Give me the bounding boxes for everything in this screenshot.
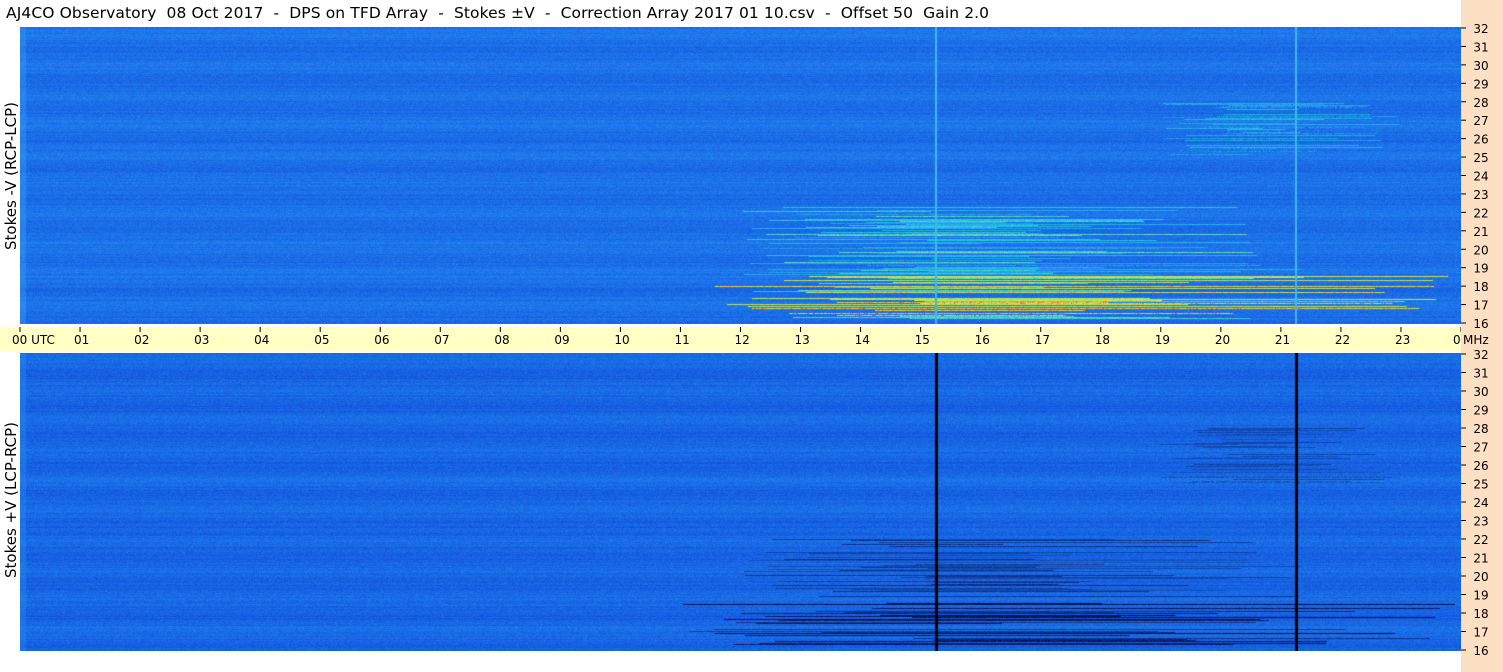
freq-tick-label: 18 bbox=[1473, 607, 1488, 621]
freq-tick-label: 21 bbox=[1473, 552, 1488, 566]
freq-tick-label: 19 bbox=[1473, 262, 1488, 276]
utc-tick-label: 00 bbox=[1453, 333, 1461, 347]
top-spectrogram-panel bbox=[20, 27, 1461, 324]
freq-tick-label: 17 bbox=[1473, 299, 1488, 313]
freq-tick-label: 20 bbox=[1473, 243, 1488, 257]
freq-tick-label: 16 bbox=[1473, 317, 1488, 331]
utc-tick-label: 14 bbox=[855, 333, 870, 347]
top-panel-y-label: Stokes -V (RCP-LCP) bbox=[2, 102, 20, 250]
freq-tick-label: 30 bbox=[1473, 385, 1488, 399]
bottom-panel-y-label: Stokes +V (LCP-RCP) bbox=[2, 422, 20, 578]
freq-tick-label: 28 bbox=[1473, 96, 1488, 110]
utc-tick-label: 18 bbox=[1095, 333, 1110, 347]
utc-tick-label: 17 bbox=[1035, 333, 1050, 347]
freq-tick-label: 23 bbox=[1473, 515, 1488, 529]
bottom-spectrogram-panel bbox=[20, 353, 1461, 651]
utc-tick-label: 16 bbox=[975, 333, 990, 347]
utc-tick-label: 04 bbox=[254, 333, 269, 347]
utc-tick-label: 00 UTC bbox=[12, 333, 55, 347]
utc-tick-label: 20 bbox=[1215, 333, 1230, 347]
freq-tick-label: 26 bbox=[1473, 459, 1488, 473]
utc-tick-label: 01 bbox=[74, 333, 89, 347]
utc-tick-label: 05 bbox=[314, 333, 329, 347]
utc-time-axis: 00 UTC 01 02 03 04 05 06 07 08 09 10 11 12 13 14 15 16 17… bbox=[0, 327, 1461, 351]
freq-tick-label: 31 bbox=[1473, 367, 1488, 381]
utc-tick-label: 21 bbox=[1275, 333, 1290, 347]
top-spectrogram-canvas bbox=[20, 27, 1461, 324]
freq-tick-label: 29 bbox=[1473, 404, 1488, 418]
freq-tick-label: 27 bbox=[1473, 114, 1488, 128]
frequency-unit-label: MHz bbox=[1463, 333, 1489, 347]
utc-tick-label: 03 bbox=[194, 333, 209, 347]
utc-tick-label: 02 bbox=[134, 333, 149, 347]
frequency-axis-strip: 32 31 30 29 28 27 26 25 24 23 22 21 20 19 18 17 16 32 31 30… bbox=[1461, 0, 1503, 672]
utc-tick-label: 19 bbox=[1155, 333, 1170, 347]
chart-title: AJ4CO Observatory 08 Oct 2017 - DPS on T… bbox=[6, 4, 990, 22]
freq-tick-label: 32 bbox=[1473, 22, 1488, 36]
freq-tick-label: 32 bbox=[1473, 348, 1488, 362]
freq-tick-label: 22 bbox=[1473, 533, 1488, 547]
freq-tick-label: 26 bbox=[1473, 133, 1488, 147]
freq-tick-label: 23 bbox=[1473, 188, 1488, 202]
freq-tick-label: 28 bbox=[1473, 422, 1488, 436]
freq-tick-label: 24 bbox=[1473, 170, 1488, 184]
freq-tick-label: 19 bbox=[1473, 589, 1488, 603]
bottom-spectrogram-canvas bbox=[20, 353, 1461, 651]
utc-tick-label: 12 bbox=[735, 333, 750, 347]
freq-tick-label: 21 bbox=[1473, 225, 1488, 239]
utc-tick-label: 06 bbox=[374, 333, 389, 347]
utc-tick-label: 07 bbox=[434, 333, 449, 347]
utc-tick-label: 09 bbox=[554, 333, 569, 347]
freq-tick-label: 18 bbox=[1473, 280, 1488, 294]
frequency-axis-svg: 32 31 30 29 28 27 26 25 24 23 22 21 20 19 18 17 16 32 31 30… bbox=[1461, 22, 1489, 658]
utc-tick-label: 10 bbox=[614, 333, 629, 347]
freq-tick-label: 30 bbox=[1473, 59, 1488, 73]
freq-tick-label: 25 bbox=[1473, 478, 1488, 492]
utc-tick-label: 22 bbox=[1335, 333, 1350, 347]
freq-tick-label: 29 bbox=[1473, 77, 1488, 91]
freq-tick-label: 16 bbox=[1473, 644, 1488, 658]
utc-tick-label: 15 bbox=[915, 333, 930, 347]
utc-tick-label: 23 bbox=[1395, 333, 1410, 347]
freq-tick-label: 27 bbox=[1473, 441, 1488, 455]
freq-tick-label: 31 bbox=[1473, 40, 1488, 54]
freq-tick-label: 17 bbox=[1473, 626, 1488, 640]
freq-tick-label: 25 bbox=[1473, 151, 1488, 165]
freq-tick-label: 20 bbox=[1473, 570, 1488, 584]
utc-tick-label: 13 bbox=[795, 333, 810, 347]
utc-tick-label: 08 bbox=[494, 333, 509, 347]
utc-tick-label: 11 bbox=[674, 333, 689, 347]
freq-tick-label: 22 bbox=[1473, 206, 1488, 220]
freq-tick-label: 24 bbox=[1473, 496, 1488, 510]
utc-time-axis-svg: 00 UTC 01 02 03 04 05 06 07 08 09 10 11 12 13 14 15 16 17… bbox=[12, 327, 1461, 347]
